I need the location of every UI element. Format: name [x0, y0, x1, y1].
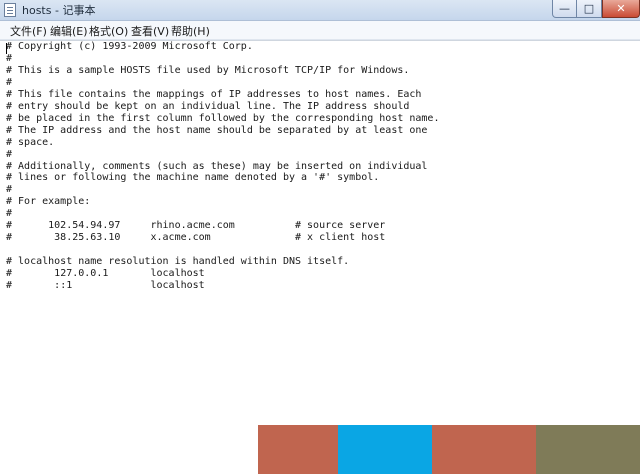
menu-format[interactable]: 格式(O): [89, 23, 128, 39]
notepad-icon: [4, 3, 16, 17]
menu-bar: 文件(F) 编辑(E) 格式(O) 查看(V) 帮助(H): [0, 21, 640, 40]
menu-help[interactable]: 帮助(H): [171, 23, 210, 39]
watermark-block-red: [258, 425, 338, 474]
maximize-button[interactable]: □: [577, 0, 602, 18]
window-title: hosts - 记事本: [22, 4, 96, 17]
menu-file[interactable]: 文件(F): [10, 23, 47, 39]
watermark-block-red-2: [432, 425, 536, 474]
menu-view[interactable]: 查看(V): [131, 23, 169, 39]
notepad-window: hosts - 记事本 — □ ✕ 文件(F) 编辑(E) 格式(O) 查看(V…: [0, 0, 640, 475]
watermark-block-blue: [338, 425, 432, 474]
text-caret: [6, 43, 7, 54]
menu-edit[interactable]: 编辑(E): [50, 23, 88, 39]
watermark-block-olive: [536, 425, 640, 474]
title-bar[interactable]: hosts - 记事本 — □ ✕: [0, 0, 640, 21]
document-content[interactable]: # Copyright (c) 1993-2009 Microsoft Corp…: [6, 41, 439, 292]
minimize-button[interactable]: —: [552, 0, 577, 18]
text-editor[interactable]: # Copyright (c) 1993-2009 Microsoft Corp…: [0, 40, 640, 475]
close-button[interactable]: ✕: [602, 0, 640, 18]
